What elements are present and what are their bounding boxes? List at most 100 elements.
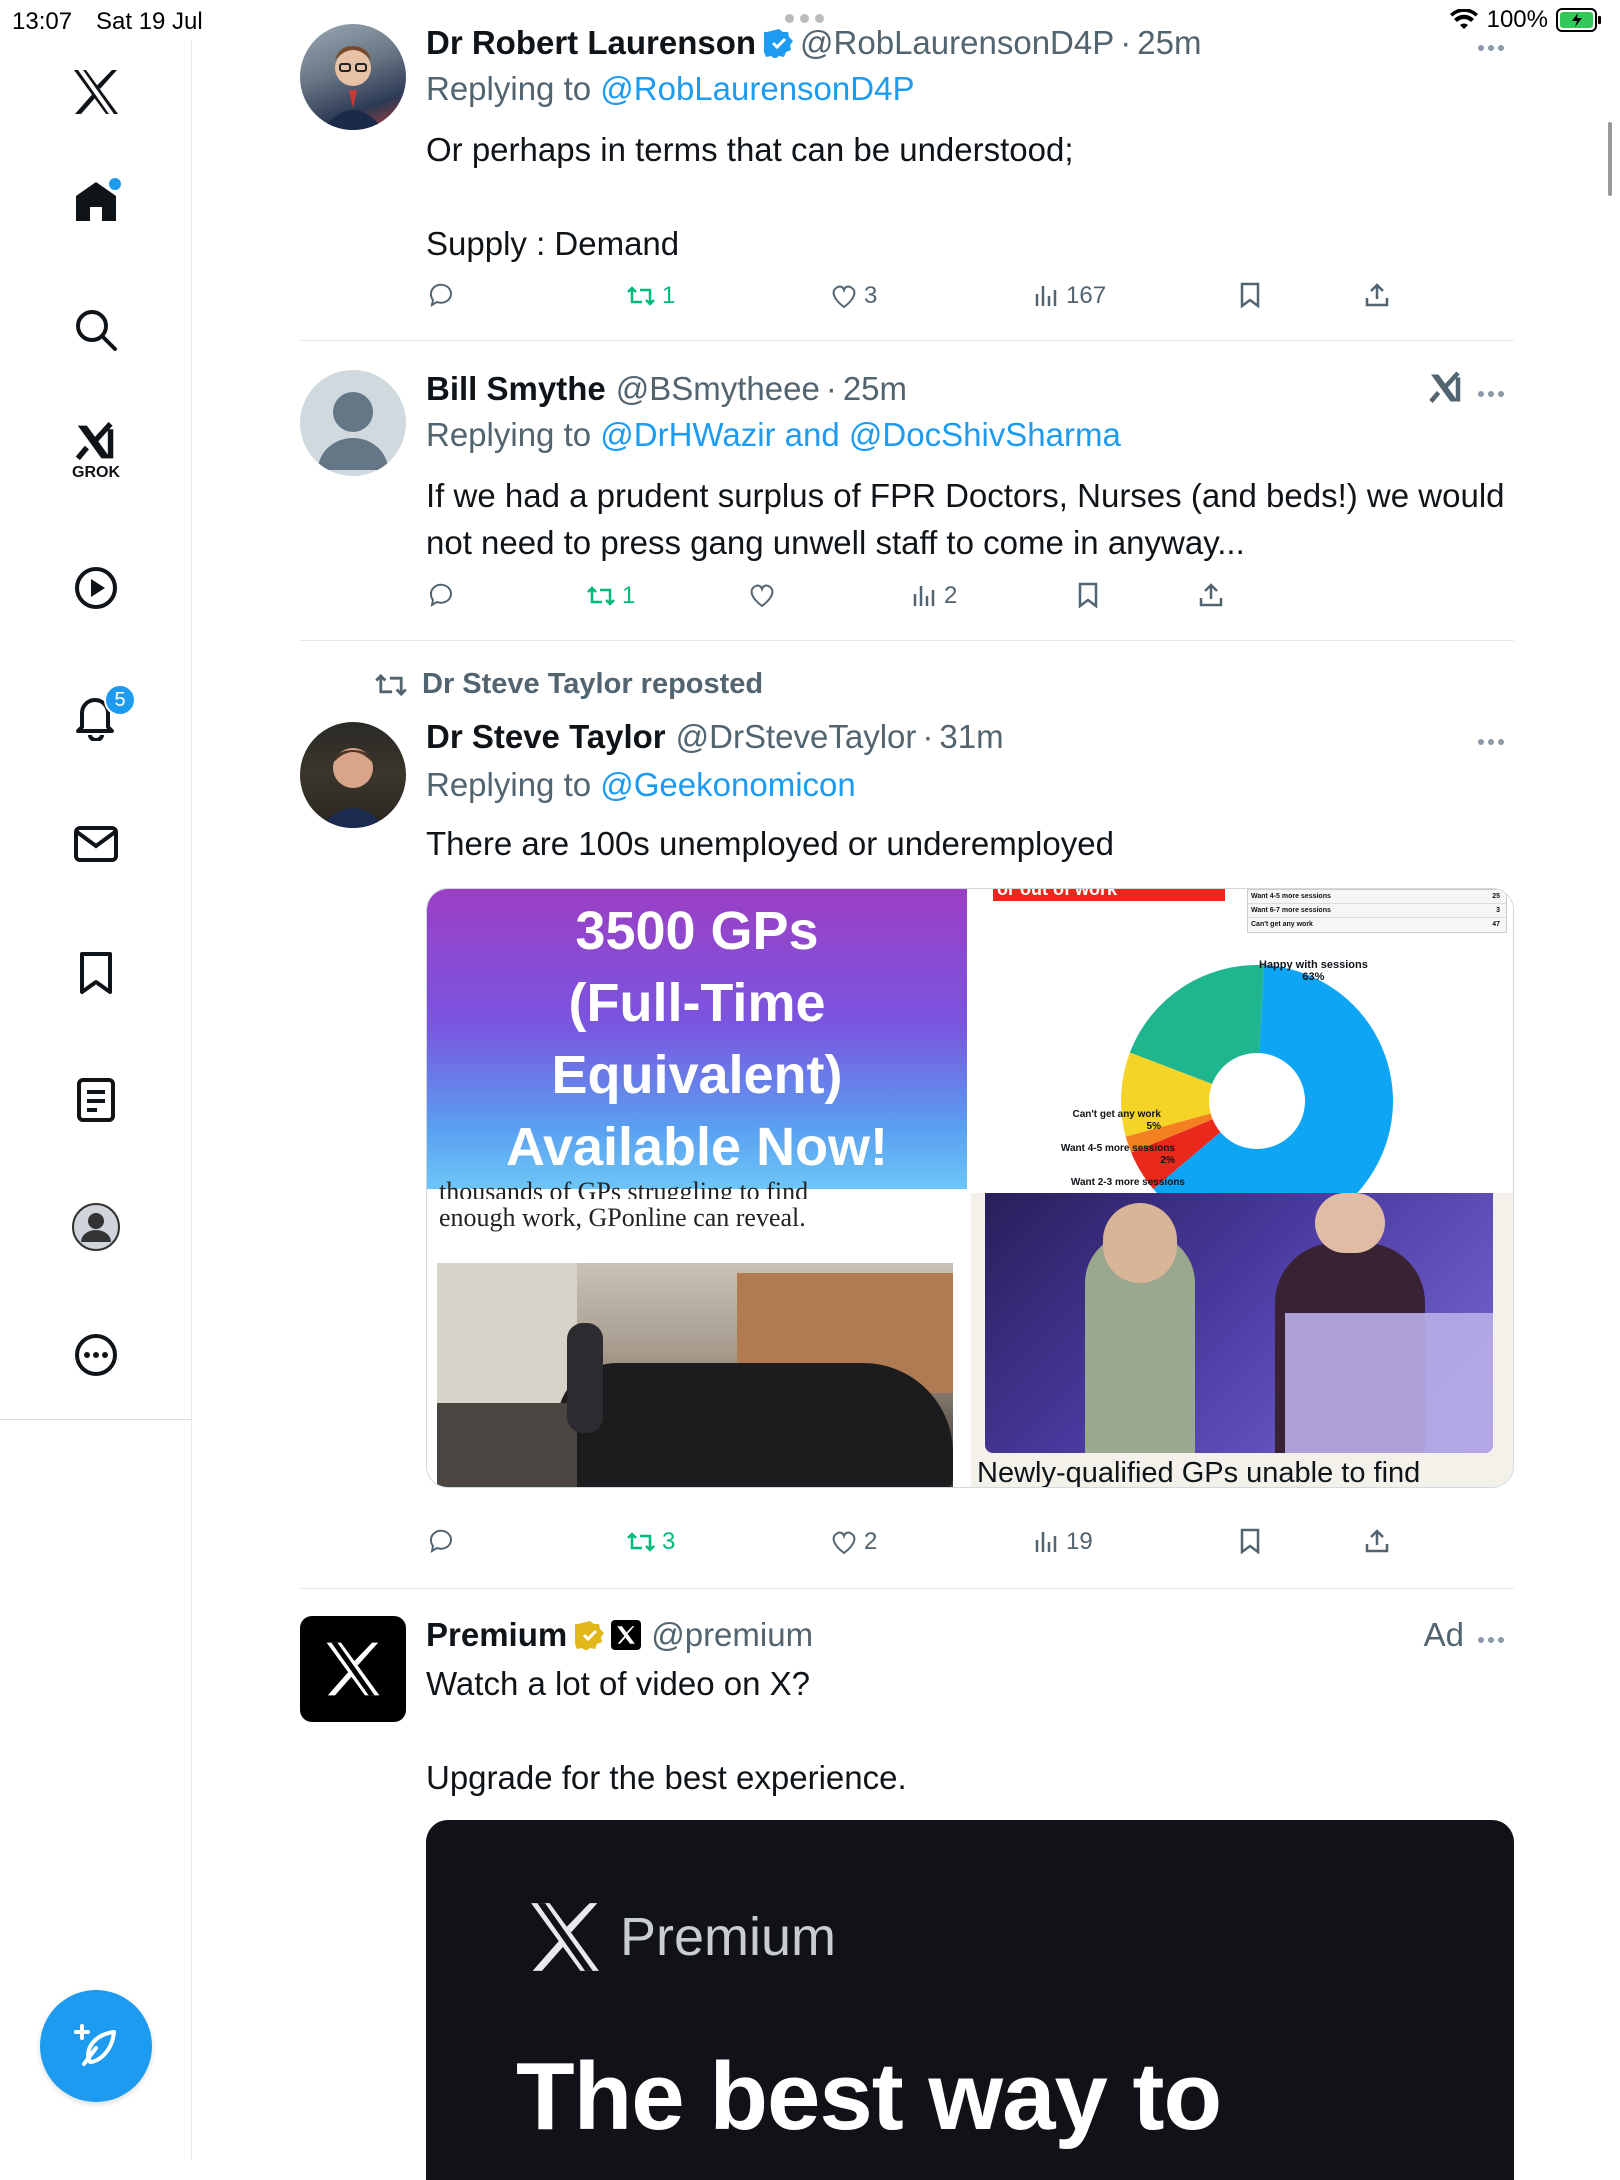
media-image-4[interactable]: Newly-qualified GPs unable to find bbox=[971, 1193, 1513, 1487]
author-name[interactable]: Dr Robert Laurenson bbox=[426, 24, 756, 62]
media-image-1[interactable]: 3500 GPs (Full-Time Equivalent) Availabl… bbox=[427, 889, 967, 1189]
views-icon bbox=[913, 586, 935, 606]
reposted-by[interactable]: Dr Steve Taylor reposted bbox=[422, 668, 763, 701]
repost-count: 1 bbox=[622, 582, 636, 609]
share-button[interactable] bbox=[1198, 582, 1224, 608]
sidebar-item-lists[interactable] bbox=[66, 1070, 126, 1130]
more-options-icon[interactable] bbox=[1478, 1630, 1514, 1650]
tweet[interactable]: Bill Smythe @BSmytheee · 25m Replying to… bbox=[300, 370, 1514, 630]
multitasking-indicator[interactable] bbox=[785, 14, 824, 23]
views-button[interactable]: 2 bbox=[912, 582, 957, 610]
avatar[interactable] bbox=[300, 1616, 406, 1722]
image-text-line: 3500 GPs bbox=[575, 901, 819, 961]
repost-context: Dr Steve Taylor reposted bbox=[374, 668, 763, 701]
views-icon bbox=[1035, 286, 1057, 306]
tweet-time[interactable]: 25m bbox=[1137, 24, 1201, 62]
views-button[interactable]: 167 bbox=[1034, 282, 1106, 310]
views-count: 2 bbox=[944, 582, 958, 609]
repost-icon bbox=[587, 586, 615, 606]
repost-button[interactable]: 1 bbox=[586, 582, 635, 610]
battery-icon bbox=[1556, 8, 1601, 32]
like-button[interactable]: 2 bbox=[830, 1528, 877, 1556]
image-table: Want 4-5 more sessions 25 Want 6-7 more s… bbox=[1247, 889, 1507, 933]
reply-button[interactable] bbox=[428, 1528, 454, 1554]
media-image-2[interactable]: or out of work Want 4-5 more sessions 25 … bbox=[971, 889, 1513, 1195]
tweet[interactable]: Dr Steve Taylor reposted Dr Steve Taylor… bbox=[300, 668, 1514, 1568]
reply-button[interactable] bbox=[428, 582, 454, 608]
repost-button[interactable]: 3 bbox=[626, 1528, 675, 1556]
verified-icon bbox=[764, 29, 794, 58]
sidebar-item-bookmarks[interactable] bbox=[66, 943, 126, 1003]
more-options-icon[interactable] bbox=[1478, 38, 1514, 58]
replying-to-link[interactable]: @Geekonomicon bbox=[600, 766, 855, 803]
author-name[interactable]: Bill Smythe bbox=[426, 370, 606, 408]
like-button[interactable] bbox=[748, 582, 782, 608]
repost-count: 3 bbox=[662, 1528, 676, 1555]
tweet-header: Dr Robert Laurenson @RobLaurensonD4P · 2… bbox=[426, 24, 1202, 62]
avatar[interactable] bbox=[300, 24, 406, 130]
chart-label-happy: Happy with sessions 63% bbox=[1259, 959, 1368, 983]
tweet-time[interactable]: 31m bbox=[939, 718, 1003, 756]
sidebar-item-search[interactable] bbox=[66, 300, 126, 360]
tweet[interactable]: Dr Robert Laurenson @RobLaurensonD4P · 2… bbox=[300, 24, 1514, 324]
table-row: Want 4-5 more sessions 25 bbox=[1248, 890, 1506, 904]
sidebar-item-messages[interactable] bbox=[66, 814, 126, 874]
chart-label-4-5: Want 4-5 more sessions 2% bbox=[1060, 1143, 1175, 1166]
like-count: 2 bbox=[864, 1528, 878, 1555]
more-circle-icon bbox=[75, 1334, 117, 1376]
scrollbar[interactable] bbox=[1608, 122, 1612, 196]
share-button[interactable] bbox=[1364, 1528, 1390, 1554]
tweet-actions: 1 2 bbox=[426, 582, 1406, 622]
sidebar-item-videos[interactable] bbox=[66, 558, 126, 618]
sidebar-item-more[interactable] bbox=[66, 1325, 126, 1385]
repost-icon bbox=[627, 1532, 655, 1552]
author-name[interactable]: Dr Steve Taylor bbox=[426, 718, 666, 756]
feather-plus-icon bbox=[74, 2024, 116, 2066]
envelope-icon bbox=[74, 826, 118, 862]
more-options-icon[interactable] bbox=[1478, 732, 1514, 752]
ad-card[interactable]: Premium The best way to bbox=[426, 1820, 1514, 2180]
avatar[interactable] bbox=[300, 722, 406, 828]
compose-button[interactable] bbox=[40, 1990, 152, 2102]
reply-icon bbox=[429, 583, 452, 608]
premium-brand-text: Premium bbox=[620, 1907, 837, 1967]
replying-to-link[interactable]: @RobLaurensonD4P bbox=[600, 70, 914, 107]
media-grid[interactable]: 3500 GPs (Full-Time Equivalent) Availabl… bbox=[426, 888, 1514, 1488]
bookmark-button[interactable] bbox=[1076, 582, 1100, 608]
grok-icon[interactable] bbox=[1428, 370, 1464, 406]
tweet-ad[interactable]: Premium @premium Ad Watch a lot of video… bbox=[300, 1616, 1514, 2180]
repost-icon bbox=[375, 673, 407, 696]
sidebar-item-grok[interactable]: GROK bbox=[66, 422, 126, 482]
grok-icon bbox=[75, 422, 114, 461]
author-handle[interactable]: @premium bbox=[651, 1616, 813, 1654]
reply-button[interactable] bbox=[428, 282, 454, 308]
x-logo-icon[interactable] bbox=[66, 62, 126, 122]
tweet-actions: 3 2 19 bbox=[426, 1528, 1406, 1568]
replying-to: Replying to @DrHWazir and @DocShivSharma bbox=[426, 416, 1121, 453]
more-options-icon[interactable] bbox=[1478, 384, 1514, 404]
share-button[interactable] bbox=[1364, 282, 1390, 308]
image-header: or out of work bbox=[993, 889, 1225, 901]
author-handle[interactable]: @RobLaurensonD4P bbox=[800, 24, 1114, 62]
sidebar-item-profile[interactable] bbox=[66, 1197, 126, 1257]
repost-button[interactable]: 1 bbox=[626, 282, 675, 310]
sidebar-item-home[interactable] bbox=[66, 171, 126, 231]
media-image-3[interactable]: thousands of GPs struggling to find enou… bbox=[427, 1177, 967, 1487]
tweet-time[interactable]: 25m bbox=[843, 370, 907, 408]
replying-to-link[interactable]: @DrHWazir and @DocShivSharma bbox=[600, 416, 1121, 453]
divider bbox=[300, 340, 1514, 341]
bookmark-icon bbox=[1078, 582, 1098, 608]
play-circle-icon bbox=[75, 567, 117, 609]
reply-icon bbox=[429, 283, 452, 308]
views-button[interactable]: 19 bbox=[1034, 1528, 1093, 1556]
author-name[interactable]: Premium bbox=[426, 1616, 567, 1654]
sidebar-item-notifications[interactable]: 5 bbox=[66, 684, 136, 746]
bookmark-button[interactable] bbox=[1238, 1528, 1262, 1554]
author-handle[interactable]: @DrSteveTaylor bbox=[676, 718, 917, 756]
author-handle[interactable]: @BSmytheee bbox=[616, 370, 820, 408]
avatar[interactable] bbox=[300, 370, 406, 476]
list-icon bbox=[77, 1078, 115, 1122]
like-button[interactable]: 3 bbox=[830, 282, 877, 310]
verified-gold-icon bbox=[575, 1621, 605, 1650]
bookmark-button[interactable] bbox=[1238, 282, 1262, 308]
